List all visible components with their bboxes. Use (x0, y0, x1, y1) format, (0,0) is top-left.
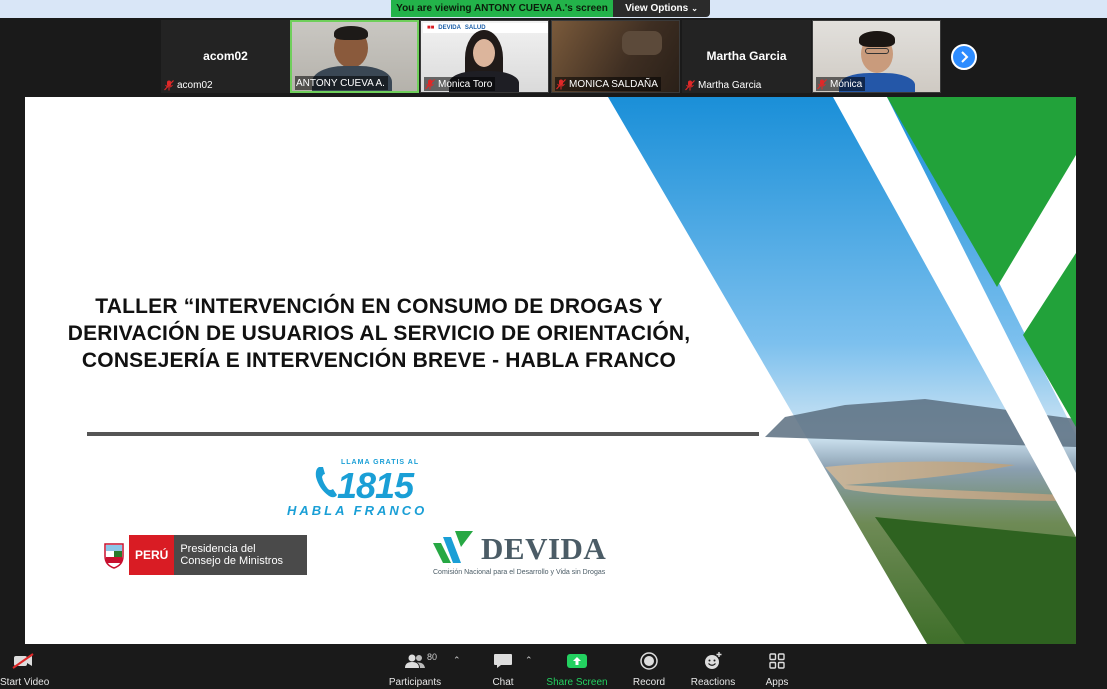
record-button[interactable]: Record (630, 651, 668, 688)
reactions-icon (705, 652, 722, 669)
devida-leaf-icon (433, 531, 473, 563)
participant-name: Monica Toro (438, 78, 493, 90)
reactions-button[interactable]: Reactions (690, 651, 736, 688)
slide-title-line: TALLER “INTERVENCIÓN EN CONSUMO DE DROGA… (95, 295, 663, 318)
slide-title: TALLER “INTERVENCIÓN EN CONSUMO DE DROGA… (39, 293, 719, 374)
start-video-button[interactable]: Start Video (0, 651, 50, 688)
participant-name: MONICA SALDAÑA (569, 78, 658, 90)
mic-muted-icon (164, 79, 174, 90)
participant-title: Martha Garcia (706, 49, 787, 63)
chat-icon (494, 654, 512, 668)
share-screen-button[interactable]: Share Screen (546, 651, 608, 688)
zoom-meeting-window: You are viewing ANTONY CUEVA A.'s screen… (0, 0, 1107, 689)
participant-video-glasses (865, 48, 889, 54)
view-options-button[interactable]: View Options ⌄ (613, 0, 710, 17)
mic-muted-icon (425, 78, 435, 89)
video-off-icon (12, 653, 34, 669)
slide-title-line: CONSEJERÍA E INTERVENCIÓN BREVE - HABLA … (81, 349, 677, 372)
participant-footer: Monica Toro (424, 77, 496, 91)
view-options-label: View Options (625, 3, 689, 14)
chevron-right-icon (961, 51, 969, 63)
peru-pcm-logo: PERÚ Presidencia del Consejo de Ministro… (99, 535, 308, 575)
participant-video-shelf (622, 31, 662, 55)
start-video-label: Start Video (0, 677, 50, 688)
participant-video-hair (334, 26, 368, 40)
shared-screen-slide: TALLER “INTERVENCIÓN EN CONSUMO DE DROGA… (25, 97, 1076, 644)
participant-video-hair (859, 31, 895, 47)
record-icon (640, 652, 658, 670)
participant-footer: MONICA SALDAÑA (555, 77, 661, 91)
devida-logo: DEVIDA Comisión Nacional para el Desarro… (429, 527, 629, 579)
peru-shield-icon (99, 535, 129, 575)
participant-name: acom02 (177, 79, 213, 91)
pcm-line2: Consejo de Ministros (180, 555, 284, 567)
phone-icon (315, 467, 337, 498)
participant-tile-active-speaker[interactable]: ANTONY CUEVA A. (290, 20, 419, 93)
mic-muted-icon (685, 79, 695, 90)
participant-name: ANTONY CUEVA A. (296, 77, 385, 89)
title-divider (87, 432, 759, 436)
participant-tile[interactable]: ■■ DEVIDA SALUD Monica Toro (420, 20, 549, 93)
record-label: Record (632, 677, 666, 688)
participant-tile[interactable]: Martha Garcia Martha Garcia (682, 20, 811, 93)
habla-franco-logo: LLAMA GRATIS AL 1815 HABLA FRANCO (287, 459, 457, 521)
participant-footer: Mónica (816, 77, 866, 91)
peru-country-label: PERÚ (129, 535, 175, 575)
apps-button[interactable]: Apps (760, 651, 794, 688)
participant-tile[interactable]: acom02 acom02 (161, 20, 290, 93)
slide-title-line: DERIVACIÓN DE USUARIOS AL SERVICIO DE OR… (67, 322, 691, 345)
participant-tile[interactable]: MONICA SALDAÑA (551, 20, 680, 93)
participant-video-face (473, 39, 495, 67)
chat-caret-icon[interactable]: ⌃ (525, 655, 533, 666)
chat-button[interactable]: Chat (487, 651, 519, 688)
hotline-number: 1815 (337, 465, 414, 506)
apps-label: Apps (765, 677, 789, 688)
participant-name: Mónica (830, 78, 863, 90)
chat-label: Chat (492, 677, 514, 688)
reactions-label: Reactions (690, 677, 736, 688)
share-screen-icon (567, 654, 587, 668)
participants-count: 80 (427, 652, 438, 662)
participant-footer: ANTONY CUEVA A. (295, 76, 388, 90)
next-participants-button[interactable] (951, 44, 977, 70)
chevron-down-icon: ⌄ (691, 4, 698, 13)
viewing-screen-banner: You are viewing ANTONY CUEVA A.'s screen (391, 0, 613, 17)
pcm-line1: Presidencia del (180, 543, 256, 555)
meeting-toolbar: Start Video Participants 80 ⌃ Chat ⌃ Sha… (0, 647, 1107, 689)
participants-label: Participants (388, 677, 442, 688)
devida-name: DEVIDA (481, 531, 607, 566)
apps-icon (769, 653, 785, 669)
participants-caret-icon[interactable]: ⌃ (453, 655, 461, 666)
pcm-label: Presidencia del Consejo de Ministros (174, 535, 308, 575)
participant-title: acom02 (203, 49, 248, 63)
devida-subtitle: Comisión Nacional para el Desarrollo y V… (433, 569, 606, 576)
participant-name: Martha Garcia (698, 79, 762, 91)
mic-muted-icon (556, 78, 566, 89)
mic-muted-icon (817, 78, 827, 89)
participant-tile[interactable]: Mónica (812, 20, 941, 93)
participant-footer: Martha Garcia (685, 78, 761, 92)
devida-logo-text: DEVIDA (438, 25, 461, 31)
hotline-name: HABLA FRANCO (287, 503, 428, 518)
share-screen-label: Share Screen (546, 677, 608, 688)
participants-icon (405, 654, 425, 668)
participant-footer: acom02 (164, 78, 213, 92)
